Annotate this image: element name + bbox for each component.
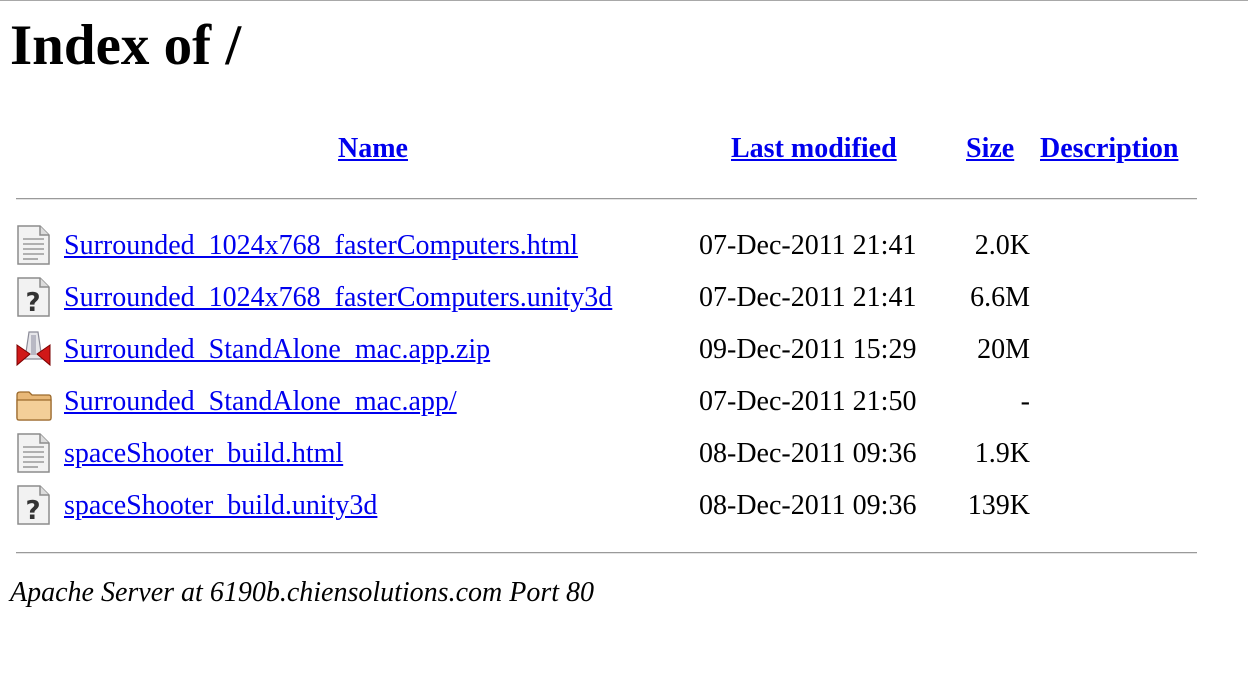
size-value: 6.6M [970, 282, 1030, 313]
sort-by-description-link[interactable]: Description [1040, 132, 1178, 166]
last-modified-value: 07-Dec-2011 21:50 [699, 386, 917, 417]
folder-icon [16, 381, 52, 421]
sort-by-size-link[interactable]: Size [966, 132, 1014, 166]
svg-text:?: ? [25, 288, 40, 317]
svg-text:?: ? [25, 496, 40, 525]
sort-by-name-link[interactable]: Name [338, 132, 408, 166]
size-value: - [1020, 386, 1030, 417]
folder-link[interactable]: Surrounded_StandAlone_mac.app/ [64, 385, 457, 419]
file-link[interactable]: Surrounded_1024x768_fasterComputers.html [64, 229, 578, 263]
last-modified-value: 08-Dec-2011 09:36 [699, 490, 917, 521]
size-value: 139K [967, 490, 1030, 521]
unknown-file-icon: ? [16, 485, 52, 526]
header-divider [16, 198, 1197, 200]
file-link[interactable]: spaceShooter_build.unity3d [64, 489, 377, 523]
last-modified-value: 07-Dec-2011 21:41 [699, 230, 917, 261]
compressed-file-icon [16, 329, 52, 369]
listing-row: Surrounded_StandAlone_mac.app/ 07-Dec-20… [0, 376, 1248, 428]
file-link[interactable]: Surrounded_1024x768_fasterComputers.unit… [64, 281, 612, 315]
unknown-file-icon: ? [16, 277, 52, 318]
listing-row: spaceShooter_build.html 08-Dec-2011 09:3… [0, 428, 1248, 480]
footer-divider [16, 552, 1197, 554]
size-value: 20M [977, 334, 1030, 365]
server-signature: Apache Server at 6190b.chiensolutions.co… [10, 577, 595, 608]
page-title: Index of / [10, 14, 242, 77]
last-modified-value: 08-Dec-2011 09:36 [699, 438, 917, 469]
listing-row: Surrounded_StandAlone_mac.app.zip 09-Dec… [0, 324, 1248, 376]
last-modified-value: 09-Dec-2011 15:29 [699, 334, 917, 365]
size-value: 2.0K [974, 230, 1030, 261]
file-link[interactable]: Surrounded_StandAlone_mac.app.zip [64, 333, 490, 367]
listing-row: Surrounded_1024x768_fasterComputers.html… [0, 220, 1248, 272]
text-document-icon [16, 225, 52, 265]
sort-by-last-modified-link[interactable]: Last modified [731, 132, 897, 166]
listing-row: ? spaceShooter_build.unity3d 08-Dec-2011… [0, 480, 1248, 532]
text-document-icon [16, 433, 52, 473]
file-link[interactable]: spaceShooter_build.html [64, 437, 343, 471]
size-value: 1.9K [974, 438, 1030, 469]
listing-row: ? Surrounded_1024x768_fasterComputers.un… [0, 272, 1248, 324]
last-modified-value: 07-Dec-2011 21:41 [699, 282, 917, 313]
